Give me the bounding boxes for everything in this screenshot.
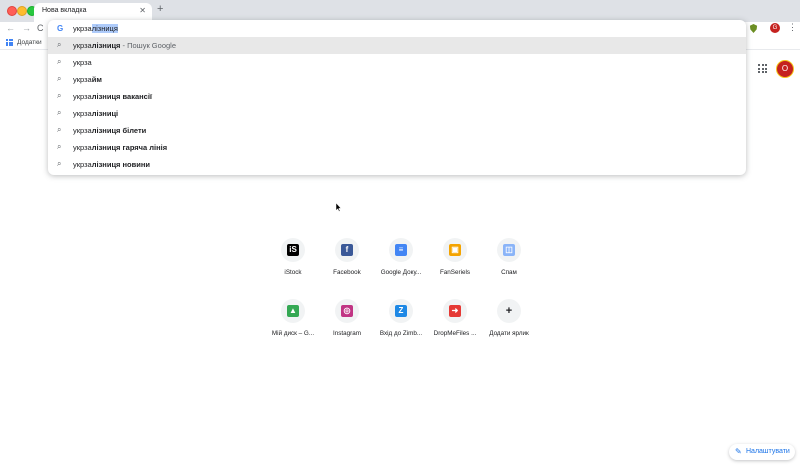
shortcut-icon-circle: f [335, 238, 359, 262]
apps-icon[interactable] [6, 39, 13, 46]
shortcut-tile[interactable]: ▣ FanSeriels [426, 238, 484, 288]
shortcut-icon-circle: ➜ [443, 299, 467, 323]
search-icon: ⌕ [57, 57, 62, 66]
shortcut-tile[interactable]: ◎ Instagram [318, 299, 376, 349]
shortcut-icon-circle: + [497, 299, 521, 323]
close-window-button[interactable] [7, 6, 17, 16]
shortcut-tile[interactable]: + Додати ярлик [480, 299, 538, 349]
suggestion-text: укрза [73, 58, 92, 67]
shortcut-tile[interactable]: ▲ Мій диск – G... [264, 299, 322, 349]
search-icon: ⌕ [57, 125, 62, 134]
shortcut-icon-circle: ▣ [443, 238, 467, 262]
suggestion-text: укрзалізниця новини [73, 160, 150, 169]
fanseriels-icon: ▣ [449, 244, 461, 256]
suggestion-text: укрзайм [73, 75, 102, 84]
search-icon: ⌕ [57, 159, 62, 168]
suggestion-text: укрзалізниця білети [73, 126, 147, 135]
tab-title: Нова вкладка [42, 7, 87, 14]
suggestion-text: укрзалізниця вакансії [73, 92, 153, 101]
shortcut-label: Додати ярлик [489, 330, 529, 337]
shortcut-label: DropMeFiles ... [433, 330, 477, 337]
shortcut-label: Мій диск – G... [271, 330, 315, 337]
zimbra-icon: Z [395, 305, 407, 317]
shortcut-label: Спам [501, 269, 517, 276]
google-apps-icon[interactable] [758, 64, 767, 73]
shortcut-label: Facebook [333, 269, 361, 276]
browser-menu-icon[interactable]: ⋮ [788, 22, 797, 33]
shortcut-label: Google Доку... [380, 269, 422, 276]
shortcut-label: iStock [284, 269, 302, 276]
pencil-icon: ✎ [735, 447, 742, 456]
new-tab-button[interactable]: + [157, 3, 163, 15]
shield-extension-icon[interactable] [749, 24, 758, 33]
spam-icon: ◫ [503, 244, 515, 256]
customize-button[interactable]: ✎ Налаштувати [729, 444, 795, 460]
search-icon: ⌕ [57, 74, 62, 83]
suggestion-item[interactable]: ⌕ укрзалізниця білети [48, 122, 746, 139]
shortcut-icon-circle: ◎ [335, 299, 359, 323]
facebook-icon: f [341, 244, 353, 256]
address-input[interactable]: укрзалізниця [73, 24, 118, 33]
profile-button[interactable]: G [770, 23, 780, 33]
instagram-icon: ◎ [341, 305, 353, 317]
forward-icon[interactable]: → [22, 23, 31, 33]
shortcut-icon-circle: ◫ [497, 238, 521, 262]
suggestion-item[interactable]: ⌕ укрзалізниці [48, 105, 746, 122]
avatar[interactable]: O [776, 60, 794, 78]
search-icon: ⌕ [57, 91, 62, 100]
shortcut-label: Вхід до Zimb... [379, 330, 423, 337]
shortcut-tile[interactable]: f Facebook [318, 238, 376, 288]
address-bar[interactable]: G укрзалізниця [48, 20, 746, 37]
omnibox-dropdown: G укрзалізниця ⌕ укрзалізниця - Пошук Goo… [48, 20, 746, 175]
search-icon: ⌕ [57, 40, 62, 49]
bookmark-apps[interactable]: Додатки [17, 39, 42, 46]
suggestion-item[interactable]: ⌕ укрзайм [48, 71, 746, 88]
shortcut-tile[interactable]: ➜ DropMeFiles ... [426, 299, 484, 349]
suggestion-text: укрзалізниці [73, 109, 119, 118]
suggestion-item[interactable]: ⌕ укрзалізниця гаряча лінія [48, 139, 746, 156]
shortcut-tile[interactable]: Z Вхід до Zimb... [372, 299, 430, 349]
shortcut-icon-circle: Z [389, 299, 413, 323]
google-drive-icon: ▲ [287, 305, 299, 317]
add-shortcut-icon: + [503, 305, 515, 317]
minimize-window-button[interactable] [17, 6, 27, 16]
dropmefiles-icon: ➜ [449, 305, 461, 317]
shortcut-label: FanSeriels [439, 269, 471, 276]
suggestion-text: укрзалізниця - Пошук Google [73, 41, 176, 50]
search-icon: ⌕ [57, 142, 62, 151]
mouse-cursor-icon [336, 203, 342, 212]
shortcut-tile[interactable]: ≡ Google Доку... [372, 238, 430, 288]
shortcut-icon-circle: iS [281, 238, 305, 262]
shortcut-icon-circle: ≡ [389, 238, 413, 262]
istock-icon: iS [287, 244, 299, 256]
tab-strip: Нова вкладка ✕ + [0, 0, 800, 22]
suggestion-item[interactable]: ⌕ укрзалізниця новини [48, 156, 746, 173]
shortcut-icon-circle: ▲ [281, 299, 305, 323]
search-icon: ⌕ [57, 108, 62, 117]
back-icon[interactable]: ← [6, 23, 15, 33]
suggestion-item[interactable]: ⌕ укрзалізниця - Пошук Google [48, 37, 746, 54]
suggestion-item[interactable]: ⌕ укрза [48, 54, 746, 71]
shortcut-tile[interactable]: ◫ Спам [480, 238, 538, 288]
google-icon: G [57, 24, 64, 33]
suggestion-item[interactable]: ⌕ укрзалізниця вакансії [48, 88, 746, 105]
suggestion-text: укрзалізниця гаряча лінія [73, 143, 168, 152]
google-docs-icon: ≡ [395, 244, 407, 256]
shortcut-label: Instagram [333, 330, 361, 337]
reload-icon[interactable]: C [37, 23, 44, 33]
shortcut-tile[interactable]: iS iStock [264, 238, 322, 288]
close-tab-icon[interactable]: ✕ [139, 6, 146, 15]
customize-label: Налаштувати [746, 448, 790, 455]
